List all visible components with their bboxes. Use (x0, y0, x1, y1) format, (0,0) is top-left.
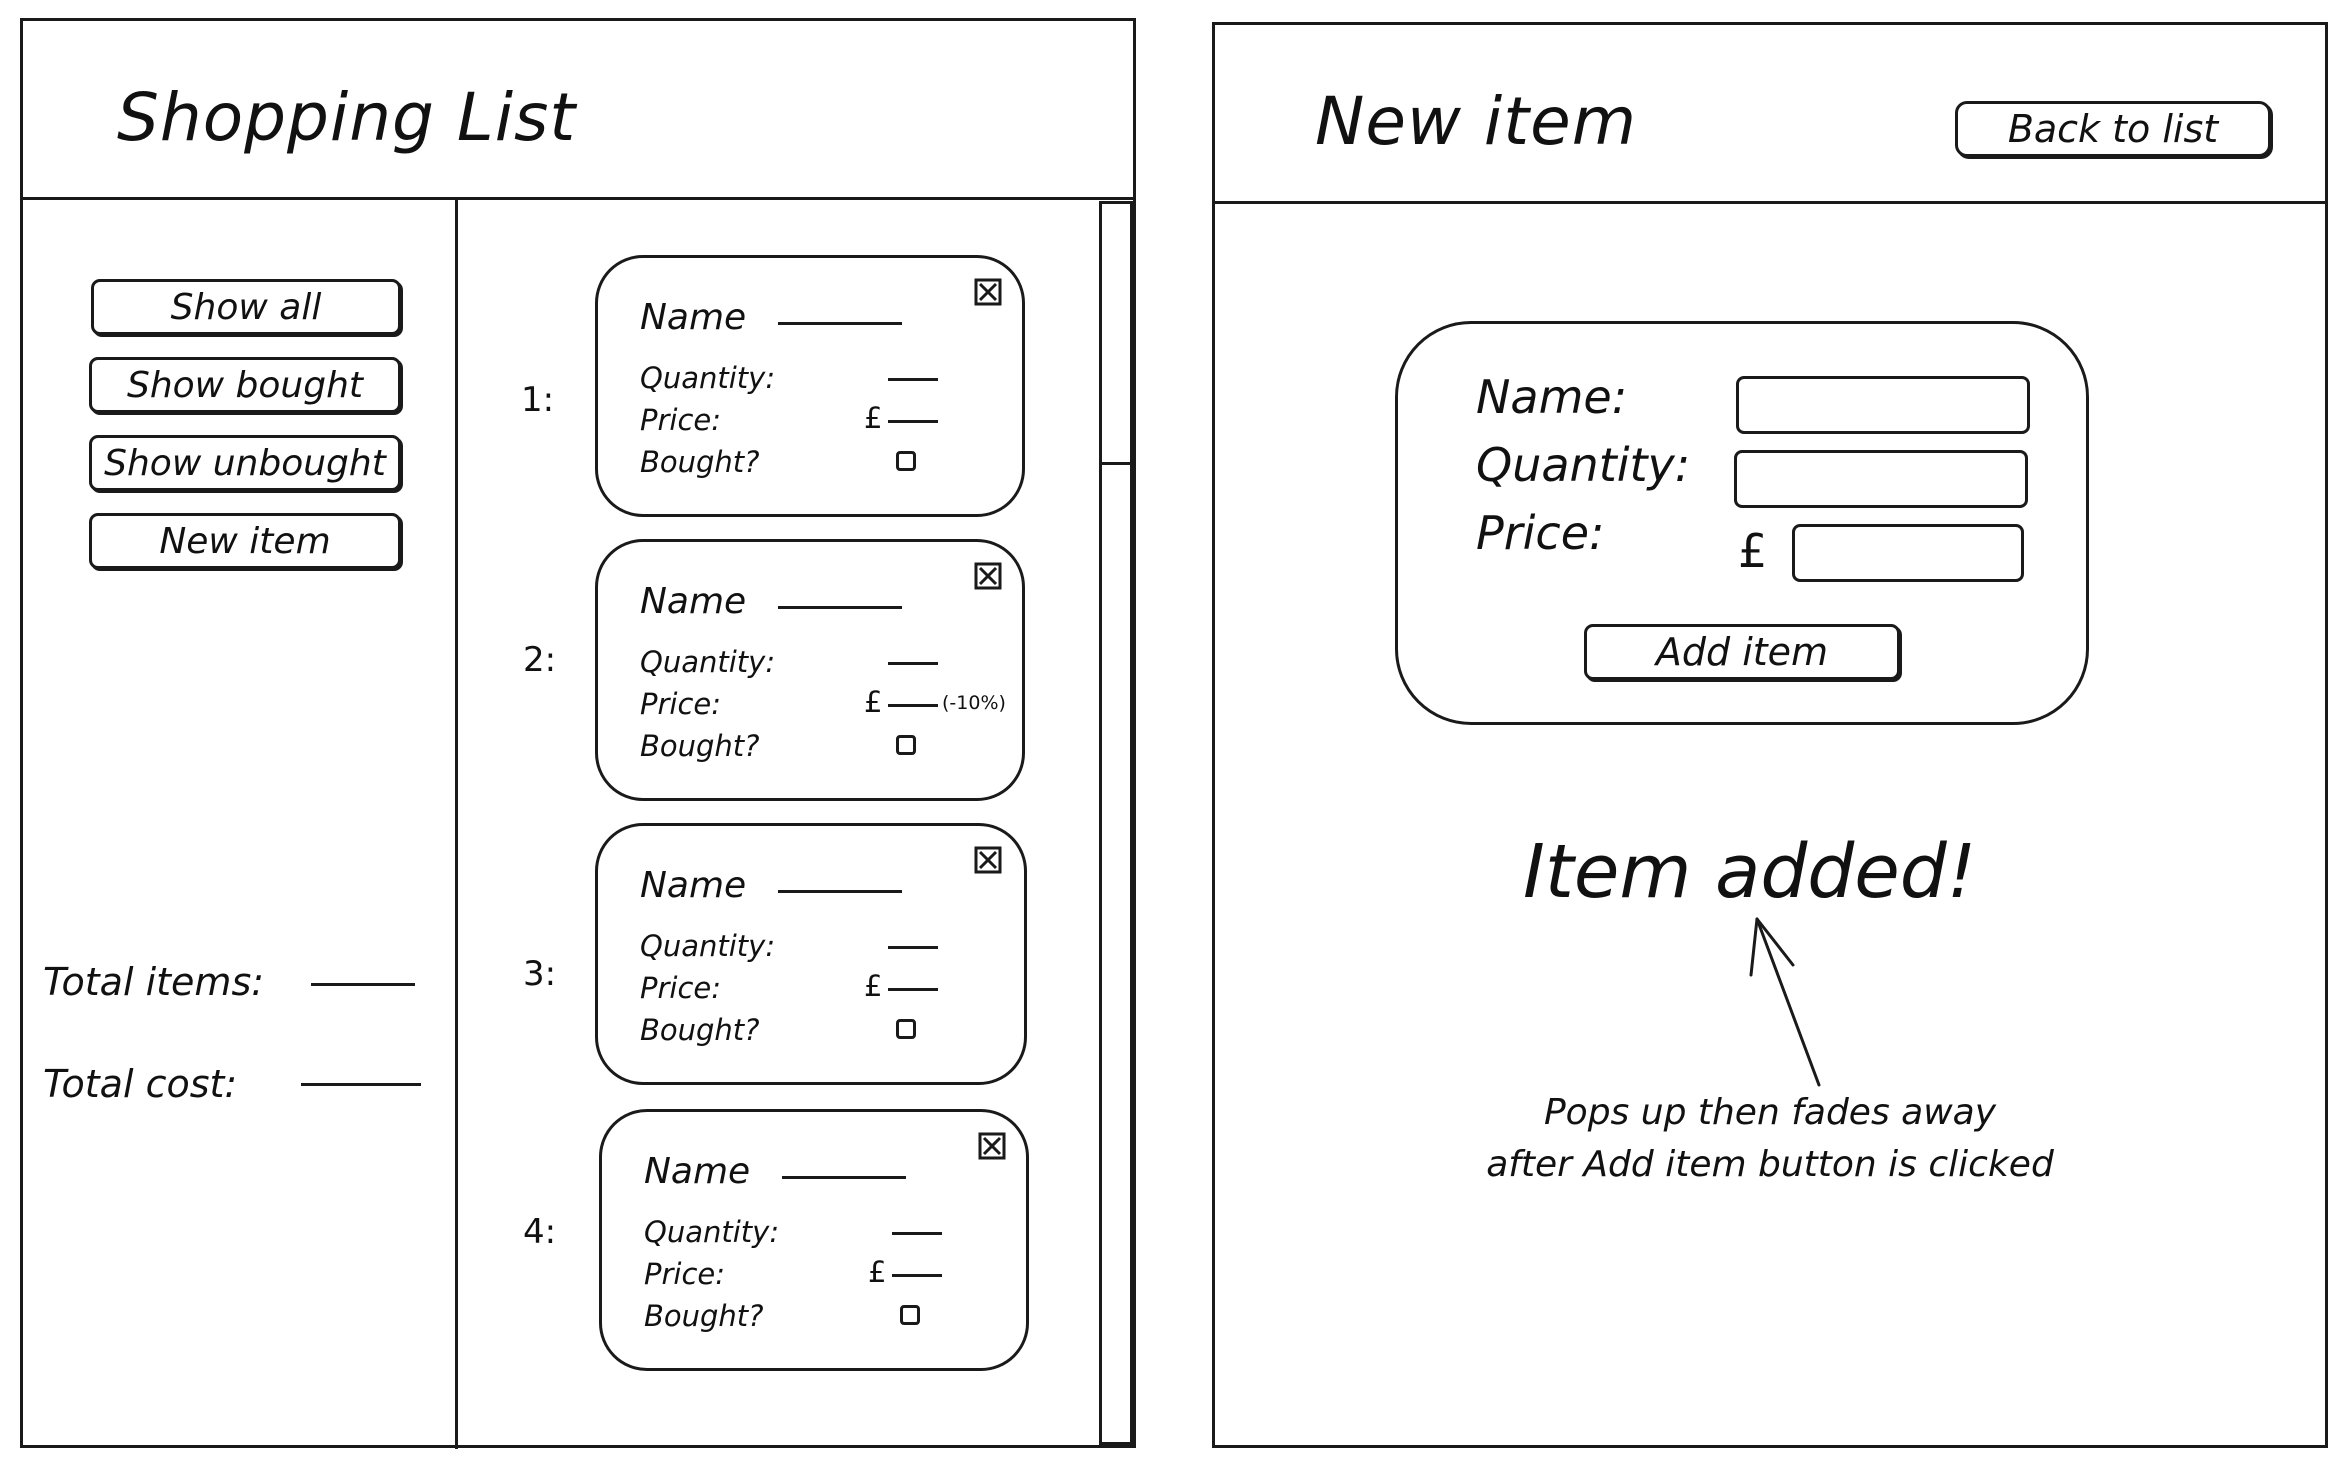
item-price-value-line (888, 704, 938, 707)
annotation-line-1: Pops up then fades away (1543, 1092, 1997, 1133)
delete-item-icon[interactable] (974, 562, 1002, 590)
page-title: New item (1315, 83, 1638, 160)
item-card: Name Quantity: Price: £ Bought? (595, 255, 1025, 517)
quantity-label: Quantity: (1476, 438, 1691, 492)
total-cost-value-line (301, 1083, 421, 1086)
annotation-arrow-icon (1749, 917, 1821, 1087)
delete-item-icon[interactable] (978, 1132, 1006, 1160)
total-items-label: Total items: (43, 960, 265, 1004)
item-number: 4: (523, 1212, 557, 1252)
item-name-label: Name (640, 865, 747, 906)
item-number: 3: (523, 954, 557, 994)
item-bought-label: Bought? (640, 445, 760, 479)
item-quantity-value-line (888, 378, 938, 381)
item-name-label: Name (640, 581, 747, 622)
price-input[interactable] (1792, 524, 2024, 582)
item-price-label: Price: (644, 1257, 726, 1291)
quantity-input[interactable] (1734, 450, 2028, 508)
total-cost-label: Total cost: (43, 1062, 238, 1106)
show-all-button[interactable]: Show all (91, 279, 401, 335)
item-quantity-label: Quantity: (640, 929, 776, 963)
name-label: Name: (1476, 370, 1628, 424)
item-number: 1: (521, 380, 555, 420)
item-price-label: Price: (640, 403, 722, 437)
bought-checkbox[interactable] (896, 451, 916, 471)
item-quantity-value-line (888, 946, 938, 949)
item-name-value-line (782, 1176, 906, 1179)
annotation-line-2: after Add item button is clicked (1486, 1144, 2054, 1185)
item-quantity-value-line (892, 1232, 942, 1235)
item-price-value-line (888, 988, 938, 991)
header-divider (1215, 201, 2325, 204)
delete-item-icon[interactable] (974, 278, 1002, 306)
currency-symbol: £ (868, 1255, 887, 1289)
item-bought-label: Bought? (640, 1013, 760, 1047)
new-item-button[interactable]: New item (89, 513, 401, 569)
shopping-list-screen: Shopping List Show all Show bought Show … (20, 18, 1136, 1449)
name-input[interactable] (1736, 376, 2030, 434)
delete-item-icon[interactable] (974, 846, 1002, 874)
sidebar-divider (455, 199, 458, 1449)
price-label: Price: (1476, 506, 1605, 560)
item-price-value-line (888, 420, 938, 423)
item-name-label: Name (644, 1151, 751, 1192)
item-name-value-line (778, 322, 902, 325)
back-to-list-button[interactable]: Back to list (1955, 101, 2271, 157)
item-name-value-line (778, 606, 902, 609)
page-title: Shopping List (117, 79, 577, 156)
bought-checkbox[interactable] (900, 1305, 920, 1325)
new-item-screen: New item Back to list Name: Quantity: Pr… (1212, 22, 2328, 1448)
add-item-button[interactable]: Add item (1584, 624, 1900, 680)
bought-checkbox[interactable] (896, 1019, 916, 1039)
currency-symbol: £ (864, 969, 883, 1003)
currency-symbol: £ (864, 685, 883, 719)
scrollbar-thumb[interactable] (1099, 201, 1133, 465)
item-price-label: Price: (640, 687, 722, 721)
bought-checkbox[interactable] (896, 735, 916, 755)
item-quantity-value-line (888, 662, 938, 665)
discount-badge: (-10%) (942, 692, 1006, 714)
item-card: Name Quantity: Price: £ (-10%) Bought? (595, 539, 1025, 801)
item-quantity-label: Quantity: (640, 645, 776, 679)
show-bought-button[interactable]: Show bought (89, 357, 401, 413)
item-card: Name Quantity: Price: £ Bought? (595, 823, 1027, 1085)
currency-symbol: £ (864, 401, 883, 435)
item-number: 2: (523, 640, 557, 680)
item-card: Name Quantity: Price: £ Bought? (599, 1109, 1029, 1371)
item-name-value-line (778, 890, 902, 893)
item-added-toast: Item added! (1523, 829, 1977, 915)
item-quantity-label: Quantity: (644, 1215, 780, 1249)
item-name-label: Name (640, 297, 747, 338)
total-items-value-line (311, 983, 415, 986)
item-price-label: Price: (640, 971, 722, 1005)
item-bought-label: Bought? (644, 1299, 764, 1333)
header-divider (23, 197, 1133, 200)
item-price-value-line (892, 1274, 942, 1277)
item-quantity-label: Quantity: (640, 361, 776, 395)
item-bought-label: Bought? (640, 729, 760, 763)
new-item-form: Name: Quantity: Price: £ Add item (1395, 321, 2089, 725)
currency-symbol: £ (1738, 524, 1768, 578)
show-unbought-button[interactable]: Show unbought (89, 435, 401, 491)
